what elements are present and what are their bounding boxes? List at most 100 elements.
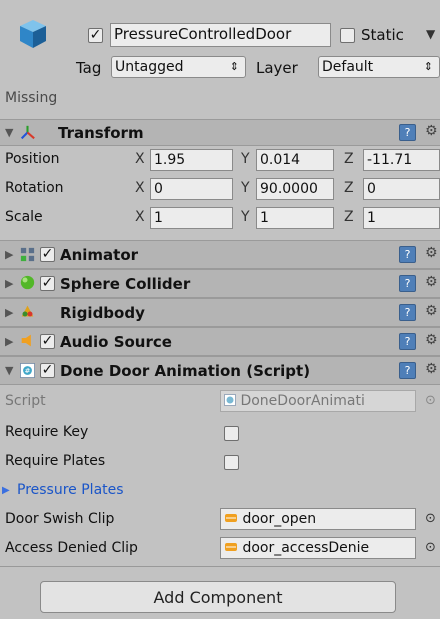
help-book-icon[interactable]: ? — [399, 124, 416, 141]
static-label: Static — [361, 26, 404, 44]
static-checkbox[interactable] — [340, 28, 355, 43]
sphere-collider-enabled-checkbox[interactable]: ✓ — [40, 276, 55, 291]
scale-x-field[interactable]: 1 — [150, 207, 233, 229]
object-picker-icon: ⊙ — [425, 393, 436, 408]
animator-header[interactable]: ▶ ✓ Animator ? ⚙ — [0, 240, 440, 269]
sphere-collider-title: Sphere Collider — [60, 275, 191, 293]
y-axis-label: Y — [241, 209, 250, 225]
script-label: Script — [5, 393, 46, 409]
dropdown-arrows-icon: ⇕ — [423, 60, 433, 73]
gear-icon[interactable]: ⚙ — [425, 274, 438, 290]
layer-value: Default — [322, 59, 374, 75]
audio-source-icon — [21, 334, 31, 347]
collapse-triangle-icon[interactable]: ▶ — [5, 306, 13, 319]
tag-value: Untagged — [115, 59, 184, 75]
transform-icon — [20, 125, 35, 140]
require-plates-checkbox[interactable] — [224, 455, 239, 470]
tag-label: Tag — [76, 59, 102, 77]
csharp-script-icon: # — [20, 363, 35, 378]
z-axis-label: Z — [344, 180, 354, 196]
transform-header[interactable]: ▼ Transform ? ⚙ — [0, 119, 440, 146]
object-header: ✓ PressureControlledDoor Static ▼ Tag Un… — [0, 0, 440, 119]
script-enabled-checkbox[interactable]: ✓ — [40, 363, 55, 378]
layer-label: Layer — [256, 59, 298, 77]
door-swish-clip-field[interactable]: door_open — [220, 508, 416, 530]
audio-source-header[interactable]: ▶ ✓ Audio Source ? ⚙ — [0, 327, 440, 356]
animator-enabled-checkbox[interactable]: ✓ — [40, 247, 55, 262]
rigidbody-title: Rigidbody — [60, 304, 145, 322]
require-key-checkbox[interactable] — [224, 426, 239, 441]
audio-clip-icon — [225, 543, 237, 551]
require-plates-label: Require Plates — [5, 453, 106, 469]
divider — [0, 566, 440, 567]
x-axis-label: X — [135, 209, 145, 225]
script-object-field: DoneDoorAnimati — [220, 390, 416, 412]
x-axis-label: X — [135, 180, 145, 196]
gameobject-cube-icon — [20, 20, 46, 48]
missing-label: Missing — [5, 90, 58, 106]
collapse-triangle-icon[interactable]: ▶ — [5, 277, 13, 290]
animator-icon — [20, 247, 35, 262]
add-component-button[interactable]: Add Component — [40, 581, 396, 613]
active-checkbox[interactable]: ✓ — [88, 28, 103, 43]
y-axis-label: Y — [241, 151, 250, 167]
door-swish-clip-value: door_open — [242, 511, 317, 527]
rotation-label: Rotation — [5, 180, 64, 196]
rotation-x-field[interactable]: 0 — [150, 178, 233, 200]
transform-title: Transform — [58, 124, 144, 142]
audio-clip-icon — [225, 514, 237, 522]
collapse-triangle-icon[interactable]: ▶ — [5, 248, 13, 261]
expand-triangle-icon[interactable]: ▼ — [5, 364, 13, 377]
scale-z-field[interactable]: 1 — [363, 207, 440, 229]
position-z-field[interactable]: -11.71 — [363, 149, 440, 171]
sphere-collider-header[interactable]: ▶ ✓ Sphere Collider ? ⚙ — [0, 269, 440, 298]
position-label: Position — [5, 151, 60, 167]
script-object-value: DoneDoorAnimati — [240, 393, 365, 409]
rigidbody-icon — [21, 305, 34, 317]
animator-title: Animator — [60, 246, 139, 264]
require-key-label: Require Key — [5, 424, 89, 440]
object-picker-icon[interactable]: ⊙ — [425, 511, 436, 526]
gear-icon[interactable]: ⚙ — [425, 303, 438, 319]
audio-source-title: Audio Source — [60, 333, 172, 351]
script-component-header[interactable]: ▼ # ✓ Done Door Animation (Script) ? ⚙ — [0, 356, 440, 385]
rotation-z-field[interactable]: 0 — [363, 178, 440, 200]
help-book-icon[interactable]: ? — [399, 246, 416, 263]
gear-icon[interactable]: ⚙ — [425, 361, 438, 377]
help-book-icon[interactable]: ? — [399, 304, 416, 321]
x-axis-label: X — [135, 151, 145, 167]
gear-icon[interactable]: ⚙ — [425, 123, 438, 139]
z-axis-label: Z — [344, 209, 354, 225]
rigidbody-header[interactable]: ▶ Rigidbody ? ⚙ — [0, 298, 440, 327]
csharp-script-icon — [224, 394, 236, 406]
gear-icon[interactable]: ⚙ — [425, 332, 438, 348]
access-denied-clip-field[interactable]: door_accessDenie — [220, 537, 416, 559]
object-picker-icon[interactable]: ⊙ — [425, 540, 436, 555]
help-book-icon[interactable]: ? — [399, 333, 416, 350]
sphere-collider-icon — [20, 275, 35, 290]
collapse-triangle-icon[interactable]: ▶ — [2, 485, 10, 496]
y-axis-label: Y — [241, 180, 250, 196]
scale-y-field[interactable]: 1 — [256, 207, 334, 229]
dropdown-arrows-icon: ⇕ — [229, 60, 239, 73]
rotation-y-field[interactable]: 90.0000 — [256, 178, 334, 200]
gear-icon[interactable]: ⚙ — [425, 245, 438, 261]
layer-dropdown[interactable]: Default ⇕ — [318, 56, 440, 78]
position-x-field[interactable]: 1.95 — [150, 149, 233, 171]
z-axis-label: Z — [344, 151, 354, 167]
help-book-icon[interactable]: ? — [399, 275, 416, 292]
access-denied-clip-value: door_accessDenie — [242, 540, 370, 556]
svg-text:#: # — [25, 366, 31, 375]
expand-triangle-icon[interactable]: ▼ — [5, 126, 13, 139]
static-dropdown-arrow-icon[interactable]: ▼ — [426, 27, 435, 41]
position-y-field[interactable]: 0.014 — [256, 149, 334, 171]
help-book-icon[interactable]: ? — [399, 362, 416, 379]
access-denied-clip-label: Access Denied Clip — [5, 540, 138, 556]
scale-label: Scale — [5, 209, 43, 225]
pressure-plates-label[interactable]: Pressure Plates — [17, 482, 124, 498]
tag-dropdown[interactable]: Untagged ⇕ — [111, 56, 246, 78]
door-swish-clip-label: Door Swish Clip — [5, 511, 115, 527]
audio-source-enabled-checkbox[interactable]: ✓ — [40, 334, 55, 349]
collapse-triangle-icon[interactable]: ▶ — [5, 335, 13, 348]
object-name-field[interactable]: PressureControlledDoor — [110, 23, 331, 47]
